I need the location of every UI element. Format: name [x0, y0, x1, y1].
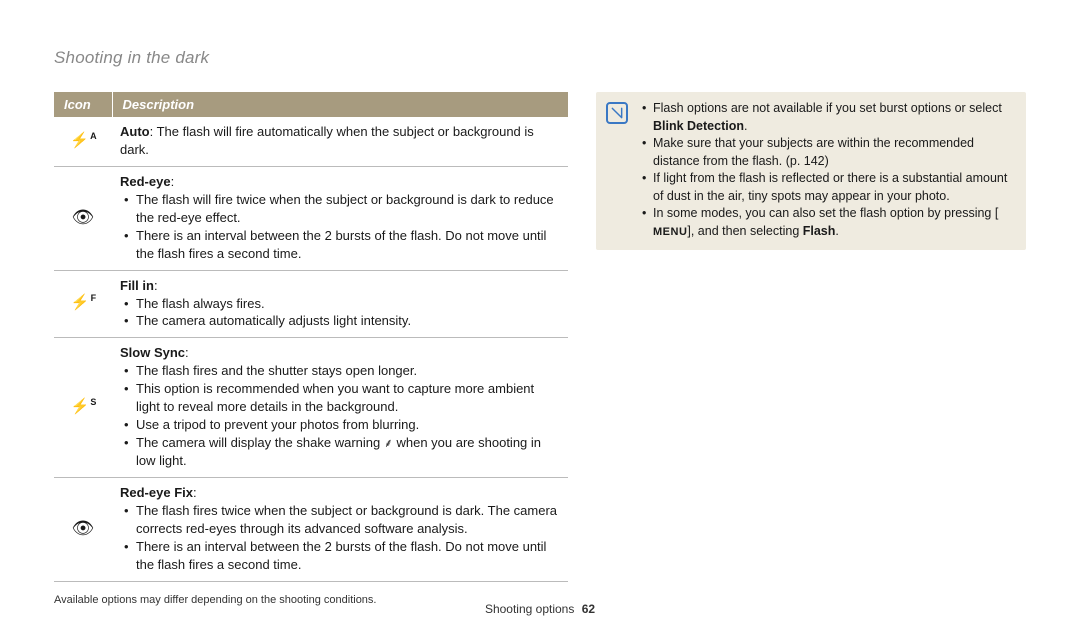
flash-slow-sync-icon: ⚡S: [54, 338, 112, 478]
list-item: The flash will fire twice when the subje…: [124, 191, 560, 227]
content-columns: Icon Description ⚡A Auto: The flash will…: [54, 92, 1026, 606]
desc-auto: Auto: The flash will fire automatically …: [112, 117, 568, 166]
note-icon: [606, 102, 628, 124]
table-row: ⚡F Fill in: The flash always fires. The …: [54, 270, 568, 338]
list-item: If light from the flash is reflected or …: [642, 170, 1014, 205]
list-item: Make sure that your subjects are within …: [642, 135, 1014, 170]
desc-red-eye: Red-eye: The flash will fire twice when …: [112, 166, 568, 270]
menu-button-glyph: MENU: [653, 225, 687, 240]
desc-red-eye-fix: Red-eye Fix: The flash fires twice when …: [112, 477, 568, 581]
left-column: Icon Description ⚡A Auto: The flash will…: [54, 92, 568, 606]
flash-options-table: Icon Description ⚡A Auto: The flash will…: [54, 92, 568, 582]
right-column: Flash options are not available if you s…: [596, 92, 1026, 606]
table-row: 👁 Red-eye Fix: The flash fires twice whe…: [54, 477, 568, 581]
red-eye-icon: 👁: [54, 166, 112, 270]
list-item: The camera automatically adjusts light i…: [124, 312, 560, 330]
list-item: The flash always fires.: [124, 295, 560, 313]
list-item: This option is recommended when you want…: [124, 380, 560, 416]
flash-fill-icon: ⚡F: [54, 270, 112, 338]
red-eye-fix-icon: 👁: [54, 477, 112, 581]
note-box: Flash options are not available if you s…: [596, 92, 1026, 250]
list-item: Use a tripod to prevent your photos from…: [124, 416, 560, 434]
page-footer: Shooting options 62: [0, 602, 1080, 616]
col-header-icon: Icon: [54, 92, 112, 117]
list-item: The flash fires twice when the subject o…: [124, 502, 560, 538]
table-row: 👁 Red-eye: The flash will fire twice whe…: [54, 166, 568, 270]
list-item: The flash fires and the shutter stays op…: [124, 362, 560, 380]
col-header-desc: Description: [112, 92, 568, 117]
flash-auto-icon: ⚡A: [54, 117, 112, 166]
list-item: There is an interval between the 2 burst…: [124, 538, 560, 574]
shake-warning-icon: ⸙: [384, 435, 393, 452]
list-item: There is an interval between the 2 burst…: [124, 227, 560, 263]
page-number: 62: [582, 602, 595, 616]
desc-slow-sync: Slow Sync: The flash fires and the shutt…: [112, 338, 568, 478]
page-title: Shooting in the dark: [54, 48, 1026, 68]
list-item: The camera will display the shake warnin…: [124, 434, 560, 470]
table-row: ⚡S Slow Sync: The flash fires and the sh…: [54, 338, 568, 478]
list-item: Flash options are not available if you s…: [642, 100, 1014, 135]
list-item: In some modes, you can also set the flas…: [642, 205, 1014, 240]
table-row: ⚡A Auto: The flash will fire automatical…: [54, 117, 568, 166]
desc-fill-in: Fill in: The flash always fires. The cam…: [112, 270, 568, 338]
footer-section: Shooting options: [485, 602, 574, 616]
